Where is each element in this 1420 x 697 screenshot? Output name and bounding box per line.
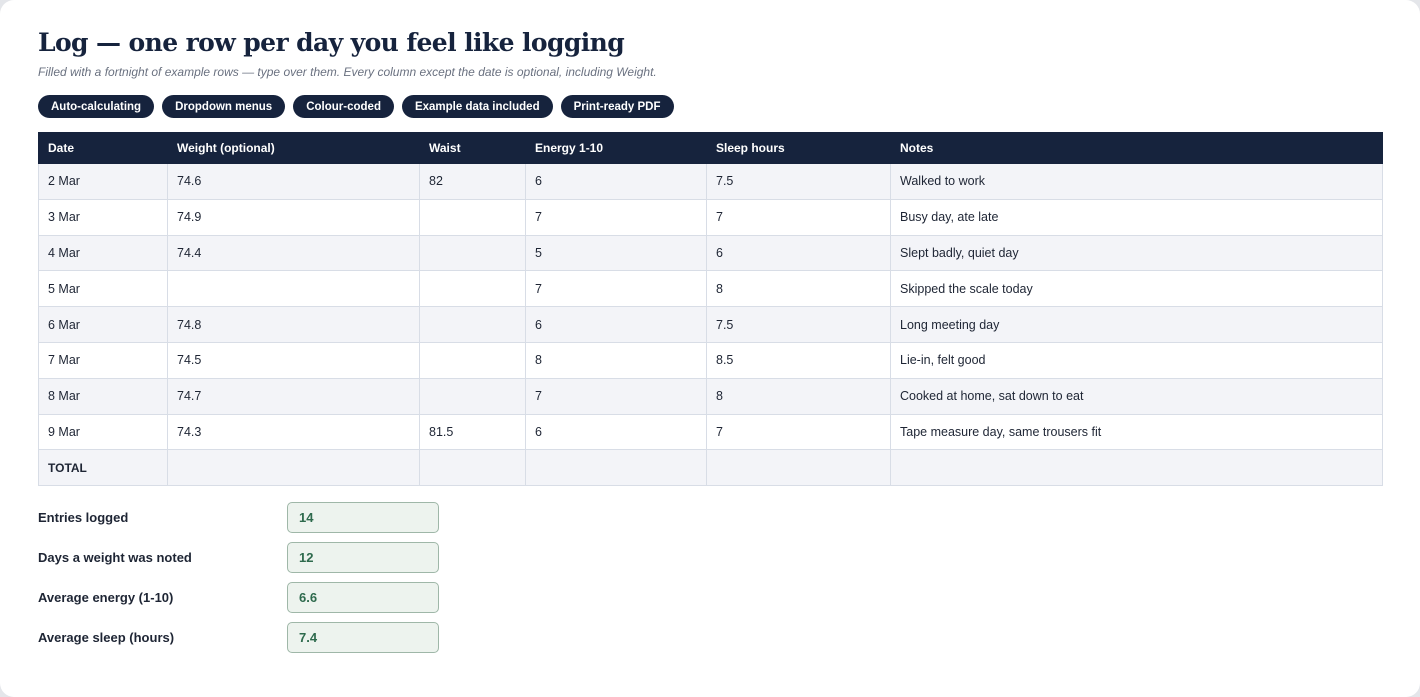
page-subtitle: Filled with a fortnight of example rows … <box>38 65 657 79</box>
badge-colour-coded: Colour-coded <box>293 95 394 118</box>
badge-print-ready-pdf: Print-ready PDF <box>560 95 674 118</box>
notes-cell[interactable]: Slept badly, quiet day <box>890 234 1383 272</box>
total-notes-cell[interactable] <box>890 449 1383 487</box>
waist-cell[interactable] <box>419 306 526 343</box>
notes-cell[interactable]: Busy day, ate late <box>890 198 1383 236</box>
total-waist-cell[interactable] <box>419 449 526 487</box>
summary-days-weight-noted: Days a weight was noted 12 <box>38 542 439 573</box>
date-cell[interactable]: 3 Mar <box>38 198 168 236</box>
energy-cell[interactable]: 7 <box>525 270 707 308</box>
waist-cell[interactable]: 81.5 <box>419 413 526 451</box>
column-header-weight: Weight (optional) <box>167 132 420 164</box>
table-body: 2 Mar 74.6 82 6 7.5 Walked to work 3 Mar 74.9 7 7… <box>38 163 1383 451</box>
table-row: 7 Mar 74.5 8 8.5 Lie-in, felt good <box>38 341 1383 379</box>
total-row: TOTAL <box>38 449 1383 487</box>
waist-cell[interactable] <box>419 377 526 415</box>
sleep-cell[interactable]: 7.5 <box>706 163 891 200</box>
energy-cell[interactable]: 6 <box>525 163 707 200</box>
summary-label: Average sleep (hours) <box>38 630 175 645</box>
weight-cell[interactable]: 74.4 <box>167 234 420 272</box>
weight-cell[interactable]: 74.6 <box>167 163 420 200</box>
table-row: 6 Mar 74.8 6 7.5 Long meeting day <box>38 306 1383 343</box>
date-cell[interactable]: 2 Mar <box>38 163 168 200</box>
log-table: Date Weight (optional) Waist Energy 1-10… <box>38 132 1383 487</box>
total-label: TOTAL <box>38 449 168 487</box>
table-row: 9 Mar 74.3 81.5 6 7 Tape measure day, same tr… <box>38 413 1383 451</box>
date-cell[interactable]: 6 Mar <box>38 306 168 343</box>
sleep-cell[interactable]: 7 <box>706 198 891 236</box>
column-header-energy: Energy 1-10 <box>525 132 707 164</box>
summary-value-field[interactable]: 7.4 <box>287 622 439 653</box>
energy-cell[interactable]: 6 <box>525 306 707 343</box>
column-header-waist: Waist <box>419 132 526 164</box>
weight-cell[interactable]: 74.9 <box>167 198 420 236</box>
waist-cell[interactable] <box>419 198 526 236</box>
weight-cell[interactable]: 74.7 <box>167 377 420 415</box>
sleep-cell[interactable]: 8.5 <box>706 341 891 379</box>
waist-cell[interactable] <box>419 341 526 379</box>
date-cell[interactable]: 4 Mar <box>38 234 168 272</box>
table-row: 5 Mar 7 8 Skipped the scale today <box>38 270 1383 308</box>
table-header-row: Date Weight (optional) Waist Energy 1-10… <box>38 132 1383 164</box>
total-weight-cell[interactable] <box>167 449 420 487</box>
sleep-cell[interactable]: 6 <box>706 234 891 272</box>
sleep-cell[interactable]: 7.5 <box>706 306 891 343</box>
summary-label: Entries logged <box>38 510 129 525</box>
notes-cell[interactable]: Skipped the scale today <box>890 270 1383 308</box>
date-cell[interactable]: 7 Mar <box>38 341 168 379</box>
badge-example-data: Example data included <box>401 95 553 118</box>
feature-badges: Auto-calculating Dropdown menus Colour-c… <box>38 95 674 118</box>
energy-cell[interactable]: 8 <box>525 341 707 379</box>
summary-label: Days a weight was noted <box>38 550 192 565</box>
total-sleep-cell[interactable] <box>706 449 891 487</box>
sleep-cell[interactable]: 8 <box>706 377 891 415</box>
summary-value-field[interactable]: 12 <box>287 542 439 573</box>
notes-cell[interactable]: Tape measure day, same trousers fit <box>890 413 1383 451</box>
badge-auto-calculating: Auto-calculating <box>38 95 155 118</box>
summary-label: Average energy (1-10) <box>38 590 174 605</box>
waist-cell[interactable] <box>419 270 526 308</box>
notes-cell[interactable]: Long meeting day <box>890 306 1383 343</box>
table-row: 4 Mar 74.4 5 6 Slept badly, quiet day <box>38 234 1383 272</box>
waist-cell[interactable] <box>419 234 526 272</box>
notes-cell[interactable]: Walked to work <box>890 163 1383 200</box>
energy-cell[interactable]: 7 <box>525 198 707 236</box>
summary-average-sleep: Average sleep (hours) 7.4 <box>38 622 439 653</box>
table-row: 3 Mar 74.9 7 7 Busy day, ate late <box>38 198 1383 236</box>
summary-entries-logged: Entries logged 14 <box>38 502 439 533</box>
page-title: Log — one row per day you feel like logg… <box>38 28 625 57</box>
total-energy-cell[interactable] <box>525 449 707 487</box>
summary-panel: Entries logged 14 Days a weight was note… <box>38 502 439 662</box>
date-cell[interactable]: 5 Mar <box>38 270 168 308</box>
summary-average-energy: Average energy (1-10) 6.6 <box>38 582 439 613</box>
summary-value-field[interactable]: 14 <box>287 502 439 533</box>
column-header-date: Date <box>38 132 168 164</box>
energy-cell[interactable]: 5 <box>525 234 707 272</box>
weight-cell[interactable] <box>167 270 420 308</box>
weight-cell[interactable]: 74.3 <box>167 413 420 451</box>
energy-cell[interactable]: 6 <box>525 413 707 451</box>
table-row: 8 Mar 74.7 7 8 Cooked at home, sat down to e… <box>38 377 1383 415</box>
energy-cell[interactable]: 7 <box>525 377 707 415</box>
date-cell[interactable]: 9 Mar <box>38 413 168 451</box>
table-row: 2 Mar 74.6 82 6 7.5 Walked to work <box>38 163 1383 200</box>
weight-cell[interactable]: 74.5 <box>167 341 420 379</box>
log-sheet-card: Log — one row per day you feel like logg… <box>0 0 1420 697</box>
sleep-cell[interactable]: 8 <box>706 270 891 308</box>
notes-cell[interactable]: Cooked at home, sat down to eat <box>890 377 1383 415</box>
weight-cell[interactable]: 74.8 <box>167 306 420 343</box>
column-header-notes: Notes <box>890 132 1383 164</box>
sleep-cell[interactable]: 7 <box>706 413 891 451</box>
column-header-sleep: Sleep hours <box>706 132 891 164</box>
summary-value-field[interactable]: 6.6 <box>287 582 439 613</box>
notes-cell[interactable]: Lie-in, felt good <box>890 341 1383 379</box>
date-cell[interactable]: 8 Mar <box>38 377 168 415</box>
waist-cell[interactable]: 82 <box>419 163 526 200</box>
badge-dropdown-menus: Dropdown menus <box>162 95 286 118</box>
